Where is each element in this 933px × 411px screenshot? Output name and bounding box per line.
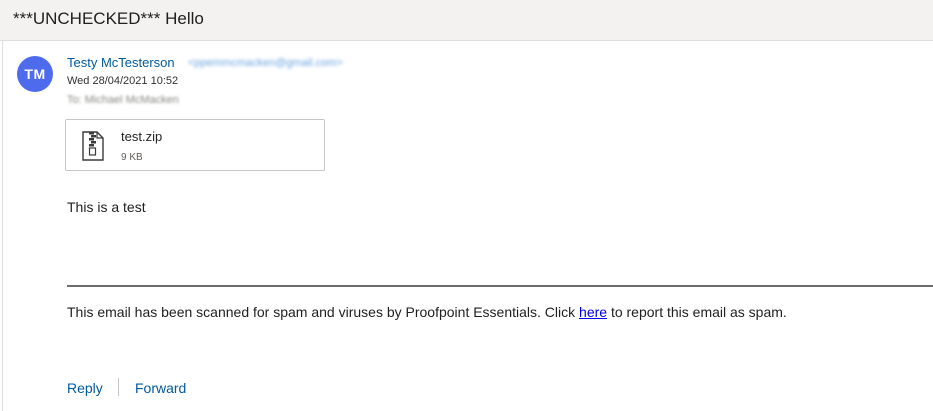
reply-button[interactable]: Reply [67,380,103,396]
scan-notice-text: This email has been scanned for spam and… [67,304,580,320]
attachment-card[interactable]: test.zip 9 KB [65,119,325,171]
attachment-name: test.zip [121,129,163,144]
sender-avatar[interactable]: TM [17,56,53,92]
recipient-line: To: Michael McMacken [67,94,179,106]
zip-file-icon [82,131,104,161]
scan-notice-text-end: to report this email as spam. [607,304,787,320]
subject-bar: ***UNCHECKED*** Hello [0,0,933,41]
scan-notice: This email has been scanned for spam and… [67,304,787,320]
attachment-size: 9 KB [121,152,143,163]
sent-date: Wed 28/04/2021 10:52 [67,75,179,87]
sender-name[interactable]: Testy McTesterson [67,55,175,70]
action-divider [118,378,119,396]
email-subject: ***UNCHECKED*** Hello [13,9,204,28]
report-spam-link[interactable]: here [579,304,607,320]
forward-button[interactable]: Forward [135,380,186,396]
footer-divider [67,285,933,287]
sender-email[interactable]: <ppemmcmacken@gmail.com> [188,57,343,69]
message-body: This is a test [67,199,146,215]
